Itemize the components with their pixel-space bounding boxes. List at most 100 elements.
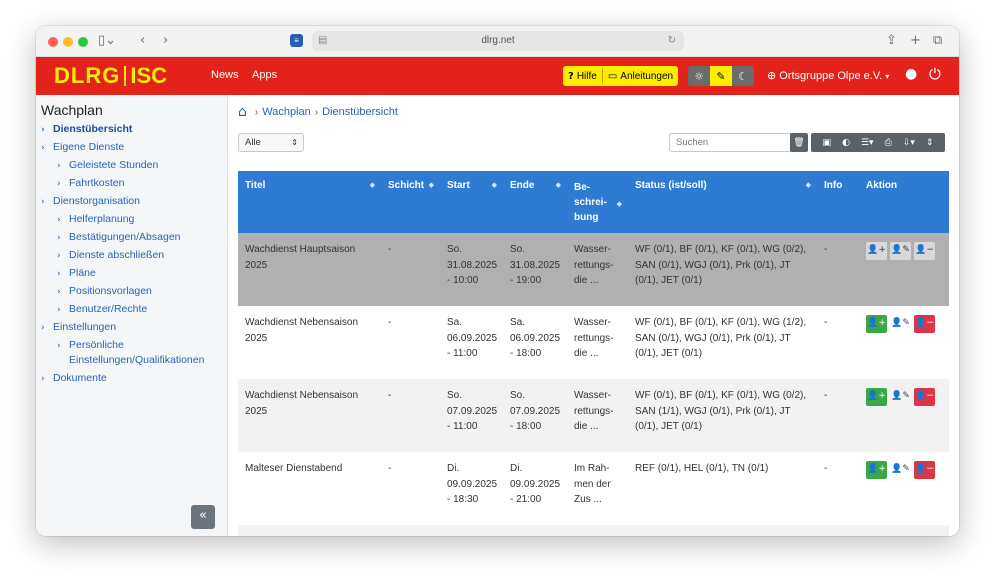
add-user-icon[interactable]: 👤+ [866, 461, 887, 479]
app-header: DLRG ISC News Apps ? Hilfe ▭ Anleitungen ☼ … [36, 57, 959, 95]
nav-apps[interactable]: Apps [252, 69, 277, 81]
clear-search-icon[interactable]: 🗑 [790, 133, 808, 152]
breadcrumb-dienstuebersicht[interactable]: Dienstübersicht [322, 106, 398, 118]
sidebar-item-label: Eigene Dienste [53, 141, 125, 153]
col-header-titel[interactable]: Titel ◆ [238, 171, 381, 233]
org-label: Ortsgruppe Olpe e.V. [779, 70, 883, 82]
breadcrumb-wachplan[interactable]: Wachplan [262, 106, 311, 118]
remove-user-icon[interactable]: 👤− [914, 461, 935, 479]
sidebar-toggle-icon[interactable]: ▯⌄ [98, 32, 116, 50]
cell-ende: So. 07.09.2025 - 18:00 [503, 379, 567, 452]
minimize-window-button[interactable] [63, 37, 73, 47]
edit-user-icon[interactable]: 👤✎ [890, 461, 911, 479]
user-icon[interactable]: ● [905, 66, 917, 82]
sidebar-item-bestaetigungen[interactable]: › Bestätigungen/Absagen [57, 231, 181, 243]
sidebar-item-dienstorganisation[interactable]: › Dienstorganisation [41, 195, 140, 207]
fullscreen-icon[interactable]: ▣ [822, 133, 832, 152]
col-header-beschreibung[interactable]: Be- schrei- bung ◆ [567, 171, 628, 233]
col-label: Ende [510, 180, 535, 191]
main-content: ⌂ › Wachplan › Dienstübersicht Alle ⇕ Suc… [228, 95, 959, 536]
remove-user-icon[interactable]: 👤− [914, 242, 935, 260]
edit-user-icon[interactable]: 👤✎ [890, 315, 911, 333]
sidebar-item-dienstuebersicht[interactable]: › Dienstübersicht [41, 123, 132, 135]
columns-icon[interactable]: ☰▾ [860, 133, 874, 152]
share-icon[interactable]: ⇪ [886, 32, 897, 50]
col-header-ende[interactable]: Ende ◆ [503, 171, 567, 233]
sidebar-item-dokumente[interactable]: › Dokumente [41, 372, 107, 384]
cell-schicht: - [381, 306, 440, 379]
table-row[interactable]: Wachdienst Nebensaison 2025 - Sa. 06.09.… [238, 306, 949, 379]
cell-aktion: 👤+ 👤✎ 👤− [859, 452, 949, 525]
add-user-icon[interactable]: 👤+ [866, 315, 887, 333]
toggle-icon[interactable]: ◐ [842, 133, 850, 152]
sidebar-item-dienste-abschliessen[interactable]: › Dienste abschließen [57, 249, 164, 261]
cell-aktion: 👤+ 👤✎ 👤− [859, 306, 949, 379]
cell-beschreibung: Wasser- rettungs- die ... [567, 233, 628, 306]
sidebar-item-helferplanung[interactable]: › Helferplanung [57, 213, 134, 225]
chevron-right-icon: › [41, 143, 45, 153]
edit-user-icon[interactable]: 👤✎ [890, 388, 911, 406]
filter-select[interactable]: Alle ⇕ [238, 133, 304, 152]
url-bar[interactable]: ▤ dlrg.net ↻ [312, 31, 684, 51]
sidebar-title: Wachplan [41, 102, 103, 118]
organization-dropdown[interactable]: ⊕ Ortsgruppe Olpe e.V. ▾ [767, 69, 889, 82]
add-user-icon[interactable]: 👤+ [866, 388, 887, 406]
table-row[interactable]: Wachdienst Hauptsaison 2025 - So. 31.08.… [238, 233, 949, 306]
nav-news[interactable]: News [211, 69, 239, 81]
cell-status: WF (0/1), BF (0/1), KF (0/1), WG (0/2), … [628, 379, 817, 452]
sidebar-item-label: Bestätigungen/Absagen [69, 231, 181, 243]
col-header-schicht[interactable]: Schicht ◆ [381, 171, 440, 233]
home-icon[interactable]: ⌂ [238, 104, 247, 120]
search-input[interactable]: Suchen [669, 133, 795, 152]
add-user-icon[interactable]: 👤+ [866, 242, 887, 260]
chevron-right-icon: › [57, 215, 61, 225]
new-tab-icon[interactable]: + [910, 32, 921, 50]
print-icon[interactable]: ⎙ [884, 133, 892, 152]
col-header-start[interactable]: Start ◆ [440, 171, 503, 233]
dlrg-isc-logo[interactable]: DLRG ISC [54, 64, 167, 88]
sidebar-item-label: Fahrtkosten [69, 177, 125, 189]
sidebar-item-einstellungen[interactable]: › Einstellungen [41, 321, 116, 333]
services-table: Titel ◆ Schicht ◆ Start ◆ Ende ◆ Be- schrei-… [238, 171, 949, 536]
col-label: Schicht [388, 180, 425, 191]
sidebar-item-label: Benutzer/Rechte [69, 303, 148, 315]
sidebar-item-plaene[interactable]: › Pläne [57, 267, 96, 279]
col-header-status[interactable]: Status (ist/soll) ◆ [628, 171, 817, 233]
col-label: Be- schrei- bung [574, 182, 607, 223]
sidebar-item-positionsvorlagen[interactable]: › Positionsvorlagen [57, 285, 152, 297]
page-size-icon[interactable]: ⇕ [925, 133, 934, 152]
sidebar-item-eigene-dienste[interactable]: › Eigene Dienste [41, 141, 124, 153]
reload-icon[interactable]: ↻ [668, 31, 676, 51]
sidebar-item-persoenliche[interactable]: › Persönliche [57, 339, 124, 351]
chevron-right-icon: › [57, 269, 61, 279]
sort-icon: ◆ [428, 181, 434, 189]
auto-mode-icon[interactable]: ✎ [710, 66, 732, 86]
cell-titel: Wachdienst Hauptsaison 2025 [238, 233, 381, 306]
guides-button[interactable]: ▭ Anleitungen [603, 66, 678, 86]
forward-icon[interactable]: › [163, 32, 168, 50]
export-icon[interactable]: ⇩▾ [902, 133, 915, 152]
maximize-window-button[interactable] [78, 37, 88, 47]
logout-icon[interactable]: ⏻ [929, 65, 941, 83]
sidebar: Wachplan › Dienstübersicht › Eigene Dienst… [36, 95, 228, 536]
back-icon[interactable]: ‹ [140, 32, 145, 50]
close-window-button[interactable] [48, 37, 58, 47]
question-icon: ? [568, 70, 574, 82]
table-row[interactable]: Malteser Dienstabend - Di. 09.09.2025 - … [238, 452, 949, 525]
remove-user-icon[interactable]: 👤− [914, 388, 935, 406]
tab-overview-icon[interactable]: ⧉ [933, 32, 942, 50]
table-row-partial[interactable] [238, 525, 949, 536]
edit-user-icon[interactable]: 👤✎ [890, 242, 911, 260]
dark-mode-icon[interactable]: ☾ [732, 66, 754, 86]
help-button[interactable]: ? Hilfe [563, 66, 602, 86]
sidebar-item-qualifikationen[interactable]: Einstellungen/Qualifikationen [69, 354, 204, 366]
sidebar-item-geleistete-stunden[interactable]: › Geleistete Stunden [57, 159, 158, 171]
sidebar-item-benutzer-rechte[interactable]: › Benutzer/Rechte [57, 303, 147, 315]
chevron-right-icon: › [57, 161, 61, 171]
table-row[interactable]: Wachdienst Nebensaison 2025 - So. 07.09.… [238, 379, 949, 452]
sidebar-item-fahrtkosten[interactable]: › Fahrtkosten [57, 177, 124, 189]
light-mode-icon[interactable]: ☼ [688, 66, 710, 86]
site-favicon: ≡ [290, 34, 303, 47]
remove-user-icon[interactable]: 👤− [914, 315, 935, 333]
collapse-sidebar-button[interactable]: « [191, 505, 215, 529]
